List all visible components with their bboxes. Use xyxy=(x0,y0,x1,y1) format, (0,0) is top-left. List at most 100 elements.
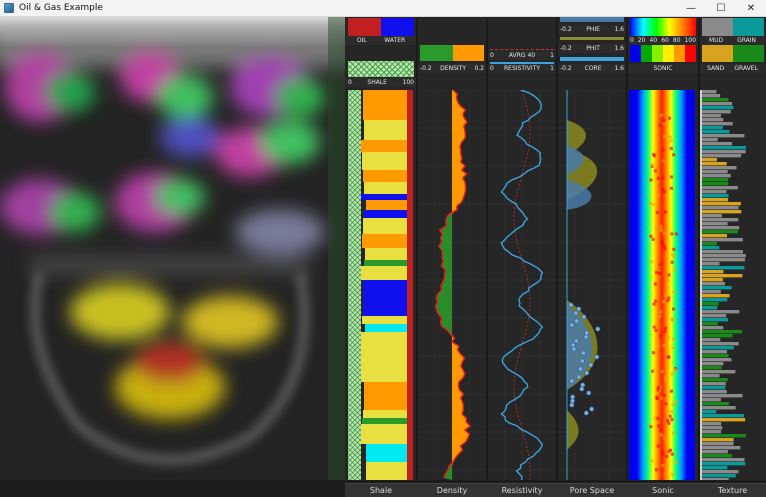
texture-bar xyxy=(702,126,723,130)
sonic-speckle xyxy=(662,159,666,163)
texture-bar xyxy=(702,354,729,358)
sonic-speckle xyxy=(662,300,665,304)
texture-bar xyxy=(702,338,721,342)
texture-plot xyxy=(699,90,766,480)
sonic-speckle xyxy=(659,228,663,232)
texture-bar xyxy=(702,134,745,138)
texture-bar xyxy=(702,310,740,314)
shale-band xyxy=(362,418,407,424)
sonic-speckle xyxy=(666,335,670,339)
sonic-speckle xyxy=(665,454,669,458)
sonic-tick: 60 xyxy=(661,37,669,44)
sonic-speckle xyxy=(659,428,663,432)
texture-bar xyxy=(702,314,727,318)
core-swatch xyxy=(560,57,624,61)
sonic-tick: 100 xyxy=(684,37,696,44)
sonic-speckle xyxy=(662,231,666,235)
texture-bar xyxy=(702,166,737,170)
sonic-speckle xyxy=(659,334,662,338)
shale-track: OIL WATER 0 SHALE 100 Shale xyxy=(345,17,417,497)
3d-viewport[interactable] xyxy=(0,17,345,480)
sonic-speckle xyxy=(659,225,663,228)
track-divider[interactable] xyxy=(416,17,418,480)
sonic-speckle xyxy=(672,290,676,294)
texture-bar xyxy=(702,190,727,194)
resistivity-max: 1 xyxy=(550,65,554,72)
sonic-speckle xyxy=(662,122,666,126)
sand-label: SAND xyxy=(707,65,725,72)
track-divider[interactable] xyxy=(486,17,488,480)
density-green-swatch xyxy=(420,45,453,61)
texture-bar xyxy=(702,106,734,110)
sonic-speckle xyxy=(650,459,654,463)
sonic-speckle xyxy=(649,234,653,238)
texture-bar xyxy=(702,202,741,206)
texture-bar xyxy=(702,102,733,106)
texture-bar xyxy=(702,466,728,470)
texture-track: MUD GRAIN SAND GRAVEL Texture xyxy=(699,17,766,497)
resistivity-plot xyxy=(487,90,557,480)
sonic-speckle xyxy=(664,326,668,330)
core-point xyxy=(576,374,582,380)
texture-bar xyxy=(702,382,726,386)
core-point xyxy=(583,334,589,340)
water-swatch xyxy=(381,18,414,36)
shale-band xyxy=(363,90,407,120)
texture-bar xyxy=(702,274,743,278)
sonic-core xyxy=(637,90,687,480)
track-divider[interactable] xyxy=(698,17,700,480)
texture-bar xyxy=(702,406,736,410)
water-label: WATER xyxy=(384,37,406,44)
texture-bar xyxy=(702,442,734,446)
sonic-speckle xyxy=(666,409,670,413)
sonic-plot xyxy=(627,90,699,480)
porespace-plot xyxy=(557,90,627,480)
texture-bar xyxy=(702,362,724,366)
sonic-speckle xyxy=(671,431,675,435)
track-divider[interactable] xyxy=(626,17,628,480)
core-point xyxy=(569,378,575,384)
shale-band xyxy=(363,280,407,316)
texture-bar xyxy=(702,430,722,434)
maximize-button[interactable]: ☐ xyxy=(706,0,736,17)
texture-bar xyxy=(702,118,724,122)
phit-max: 1.6 xyxy=(614,45,624,52)
sonic-speckle xyxy=(670,452,674,456)
sonic-speckle xyxy=(662,393,666,397)
sonic-speckle xyxy=(672,247,676,251)
track-divider[interactable] xyxy=(556,17,558,480)
texture-bar xyxy=(702,170,728,174)
texture-bar xyxy=(702,222,728,226)
close-button[interactable]: ✕ xyxy=(736,0,766,17)
core-point xyxy=(573,310,579,316)
sonic-speckle xyxy=(671,403,675,407)
sonic-speckle xyxy=(652,325,656,329)
texture-bar xyxy=(702,234,727,238)
oil-swatch xyxy=(348,18,381,36)
texture-bar xyxy=(702,98,729,102)
shale-band xyxy=(363,218,407,234)
sonic-speckle xyxy=(671,337,675,341)
3d-scene xyxy=(0,17,345,480)
sonic-speckle xyxy=(666,279,670,282)
sonic-speckle xyxy=(655,271,658,274)
texture-bar xyxy=(702,330,742,334)
sonic-speckle xyxy=(670,317,674,321)
texture-bar xyxy=(702,366,722,370)
core-point xyxy=(584,330,590,336)
texture-bar xyxy=(702,334,733,338)
sonic-speckle xyxy=(663,134,666,138)
texture-bar xyxy=(702,438,734,442)
sonic-track: 0 20 40 60 80 100 SONIC Sonic xyxy=(627,17,699,497)
texture-bar xyxy=(702,158,717,162)
shale-band xyxy=(366,444,407,462)
shale-footer: Shale xyxy=(345,483,417,497)
shale-min: 0 xyxy=(348,79,352,86)
minimize-button[interactable]: — xyxy=(676,0,706,17)
sonic-speckle xyxy=(653,416,657,420)
sonic-speckle xyxy=(652,154,656,158)
core-point xyxy=(580,350,586,356)
sonic-tick: 80 xyxy=(672,37,681,44)
sonic-speckle xyxy=(667,296,671,300)
shale-band xyxy=(364,120,407,140)
